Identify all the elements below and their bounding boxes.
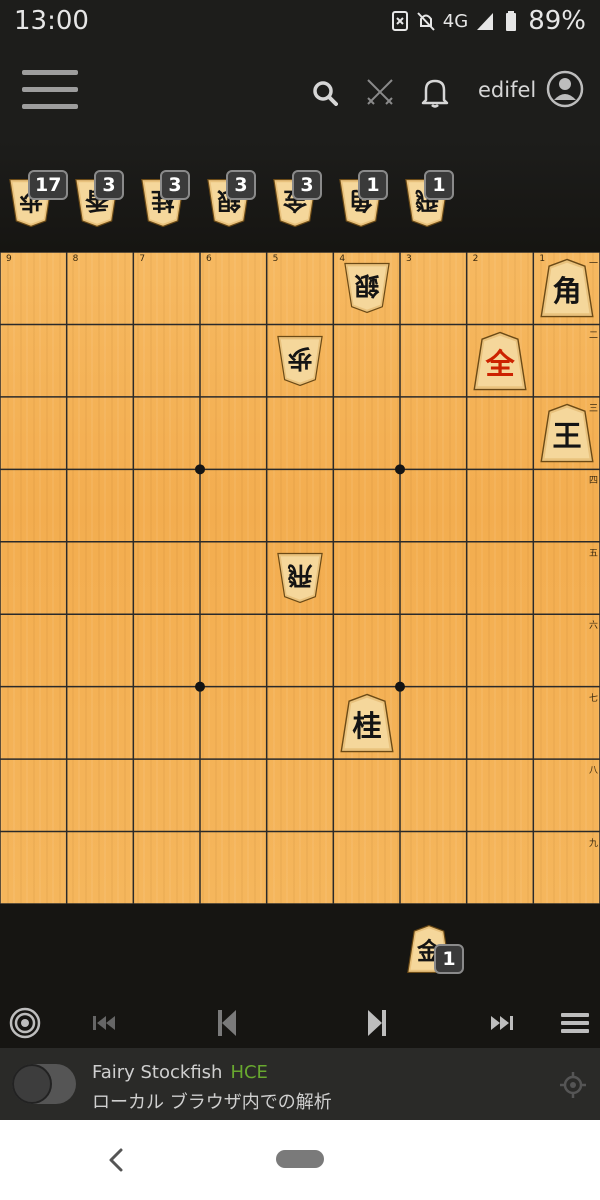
hand-count-badge: 3 (226, 170, 256, 200)
search-icon[interactable] (312, 80, 338, 106)
engine-description: ローカル ブラウザ内での解析 (92, 1092, 332, 1113)
back-icon[interactable] (106, 1146, 126, 1174)
piece-char: 桂 (352, 709, 381, 743)
rank-label: 五 (589, 548, 599, 559)
network-type: 4G (442, 10, 469, 32)
star-point (195, 681, 205, 692)
engine-name-line: Fairy Stockfish HCE (92, 1062, 268, 1083)
rank-label: 七 (589, 693, 599, 704)
hand-count-badge: 3 (292, 170, 322, 200)
hand-count-badge: 1 (424, 170, 454, 200)
engine-analysis-bar: Fairy Stockfish HCE ローカル ブラウザ内での解析 (0, 1048, 600, 1120)
status-icons: 4G 89% (391, 6, 586, 36)
shogi-board[interactable]: 987654321一二三四五六七八九銀角歩全王飛桂 (0, 252, 600, 904)
mute-icon (417, 12, 435, 31)
file-label: 5 (272, 254, 279, 264)
hamburger-icon[interactable] (22, 70, 78, 110)
board-piece[interactable]: 王 (539, 401, 595, 469)
board-piece[interactable]: 歩 (276, 333, 324, 393)
piece-char: 飛 (287, 561, 312, 590)
home-pill[interactable] (276, 1150, 324, 1168)
engine-name: Fairy Stockfish (92, 1062, 223, 1083)
username[interactable]: edifel (478, 78, 536, 102)
system-nav-bar (0, 1120, 600, 1200)
first-move-icon[interactable] (88, 1006, 122, 1040)
signal-icon (477, 13, 494, 30)
menu-icon[interactable] (558, 1006, 592, 1040)
star-point (195, 464, 205, 475)
prev-move-icon[interactable] (210, 1006, 244, 1040)
last-move-icon[interactable] (484, 1006, 518, 1040)
star-point (395, 464, 405, 475)
app-header: edifel (0, 44, 600, 140)
rank-label: 二 (589, 331, 599, 342)
analysis-target-icon[interactable] (8, 1006, 42, 1040)
piece-char: 角 (552, 274, 581, 308)
battery-icon (506, 11, 517, 31)
status-time: 13:00 (14, 6, 89, 36)
engine-tag: HCE (230, 1062, 268, 1083)
rank-label: 九 (589, 838, 599, 849)
hand-count-badge: 3 (160, 170, 190, 200)
piece-char: 銀 (354, 271, 379, 300)
file-label: 2 (472, 254, 479, 264)
board-piece[interactable]: 全 (472, 329, 528, 397)
board-piece[interactable]: 銀 (343, 260, 391, 320)
battery-percent: 89% (528, 6, 586, 36)
player-hand: 金1 (0, 904, 600, 1000)
sim-icon (391, 11, 408, 31)
rank-label: 四 (589, 476, 599, 487)
hand-count-badge: 1 (358, 170, 388, 200)
file-label: 8 (72, 254, 79, 264)
engine-toggle[interactable] (12, 1064, 76, 1104)
opponent-hand: 歩 17 香 3 桂 3 銀 3 金 3 角 1 飛 1 (0, 140, 600, 250)
next-move-icon[interactable] (360, 1006, 394, 1040)
swords-icon[interactable] (364, 76, 396, 108)
rank-label: 六 (589, 621, 599, 632)
piece-char: 歩 (287, 344, 312, 373)
status-bar: 13:00 4G 89% (0, 0, 600, 44)
hand-count-badge: 3 (94, 170, 124, 200)
piece-char: 王 (552, 419, 581, 453)
star-point (395, 681, 405, 692)
board-piece[interactable]: 飛 (276, 550, 324, 610)
board-piece[interactable]: 桂 (339, 691, 395, 759)
piece-char: 全 (484, 347, 515, 381)
avatar-icon[interactable] (546, 70, 584, 108)
file-label: 6 (206, 254, 212, 264)
move-controls (0, 1000, 600, 1046)
board-piece[interactable]: 角 (539, 256, 595, 324)
bell-icon[interactable] (420, 76, 450, 108)
crosshair-icon[interactable] (560, 1072, 586, 1098)
hand-count-badge: 17 (28, 170, 69, 200)
file-label: 3 (406, 254, 412, 264)
file-label: 9 (6, 254, 12, 264)
file-label: 7 (139, 254, 146, 264)
rank-label: 八 (589, 766, 599, 777)
engine-toggle-knob (12, 1064, 52, 1104)
hand-count-badge: 1 (434, 944, 464, 974)
